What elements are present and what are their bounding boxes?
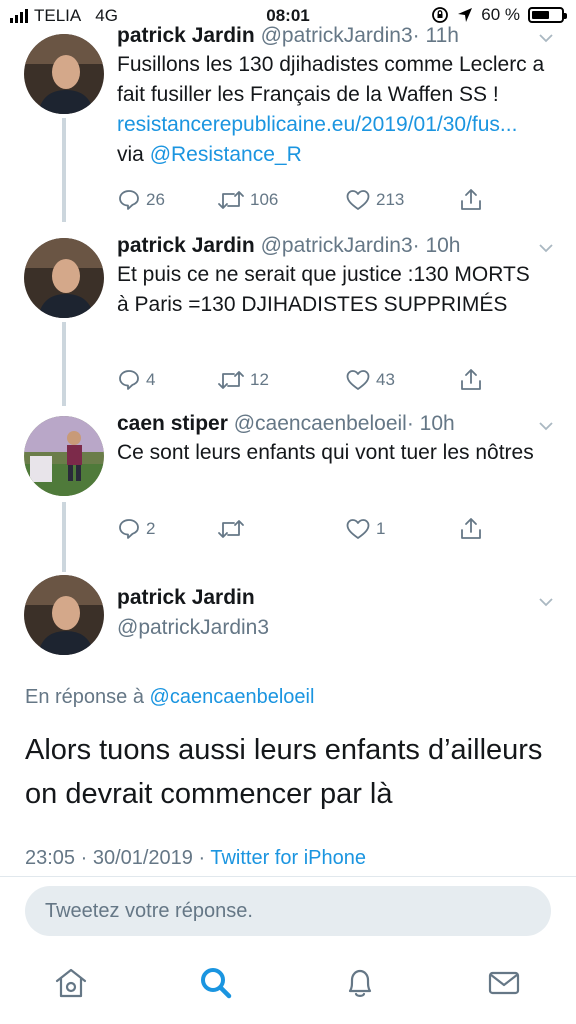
chevron-down-icon[interactable] [538,240,554,256]
like-button[interactable]: 43 [345,365,459,395]
thread-line [62,502,66,572]
retweet-button[interactable]: 12 [217,365,345,395]
heart-icon [346,370,370,390]
notifications-icon[interactable] [342,965,378,1001]
reply-icon [119,370,139,390]
tweet-time: · 10h [412,234,461,257]
tab-bar [0,955,576,1015]
reply-count: 2 [146,519,156,538]
client-link[interactable]: Twitter for iPhone [210,847,366,869]
heart-icon [346,519,370,539]
retweet-icon [218,191,244,209]
retweet-icon [218,520,244,538]
tweet-time: · 11h [412,24,459,47]
like-button[interactable]: 213 [345,185,459,215]
reply-button[interactable]: 4 [117,365,217,395]
author-handle[interactable]: @caencaenbeloeil [234,412,407,435]
reply-icon [119,190,139,210]
retweet-count: 106 [250,190,279,209]
author-handle[interactable]: @patrickJardin3 [261,234,413,257]
avatar[interactable] [24,34,104,114]
reply-button[interactable]: 26 [117,185,217,215]
messages-icon[interactable] [486,965,522,1001]
tweet-text: Et puis ce ne serait que justice :130 MO… [117,263,530,316]
share-icon [461,518,481,539]
reply-button[interactable]: 2 [117,514,217,544]
retweet-button[interactable] [217,514,345,544]
like-count: 213 [376,190,405,209]
chevron-down-icon[interactable] [538,30,554,46]
reply-input[interactable]: Tweetez votre réponse. [25,886,551,936]
author-handle[interactable]: @patrickJardin3 [117,616,269,640]
share-icon [461,189,481,210]
share-button[interactable] [459,185,483,215]
share-icon [461,369,481,390]
like-count: 43 [376,370,395,389]
author-handle[interactable]: @patrickJardin3 [261,24,413,47]
search-icon[interactable] [198,965,234,1001]
thread-tweet[interactable]: patrick Jardin @patrickJardin3· 11h Fusi… [0,22,576,222]
retweet-count: 12 [250,370,269,389]
battery-icon [528,7,567,23]
reply-count: 26 [146,190,165,209]
thread-line [62,118,66,222]
mention-link[interactable]: @Resistance_R [150,143,302,166]
tweet-text: Ce sont leurs enfants qui vont tuer les … [117,441,534,464]
thread-tweet[interactable]: caen stiper @caencaenbeloeil· 10h Ce son… [0,402,576,572]
share-button[interactable] [459,514,483,544]
author-name[interactable]: patrick Jardin [117,234,255,257]
tweet-timestamp: 23:05 · 30/01/2019 · [25,847,211,869]
avatar[interactable] [24,238,104,318]
author-name[interactable]: patrick Jardin [117,586,255,610]
retweet-icon [218,371,244,389]
main-tweet-text: Alors tuons aussi leurs enfants d’ailleu… [25,734,543,810]
location-icon [458,8,473,22]
divider [0,876,576,877]
tweet-text: Fusillons les 130 djihadistes comme Lecl… [117,53,545,166]
chevron-down-icon[interactable] [538,418,554,434]
author-name[interactable]: caen stiper [117,412,228,435]
tweet-link[interactable]: resistancerepublicaine.eu/2019/01/30/fus… [117,113,517,136]
author-name[interactable]: patrick Jardin [117,24,255,47]
like-count: 1 [376,519,386,538]
reply-context: En réponse à @caencaenbeloeil [25,686,315,708]
tweet-time: · 10h [406,412,455,435]
chevron-down-icon[interactable] [538,594,554,610]
home-icon[interactable] [53,965,89,1001]
share-button[interactable] [459,365,483,395]
avatar[interactable] [24,416,104,496]
reply-icon [119,519,139,539]
reply-to-link[interactable]: @caencaenbeloeil [150,686,315,708]
thread-tweet[interactable]: patrick Jardin @patrickJardin3· 10h Et p… [0,222,576,406]
reply-count: 4 [146,370,156,389]
like-button[interactable]: 1 [345,514,459,544]
retweet-button[interactable]: 106 [217,185,345,215]
avatar[interactable] [24,575,104,655]
tweet-metadata: 23:05 · 30/01/2019 · Twitter for iPhone [25,847,366,870]
heart-icon [346,190,370,210]
thread-line [62,322,66,406]
